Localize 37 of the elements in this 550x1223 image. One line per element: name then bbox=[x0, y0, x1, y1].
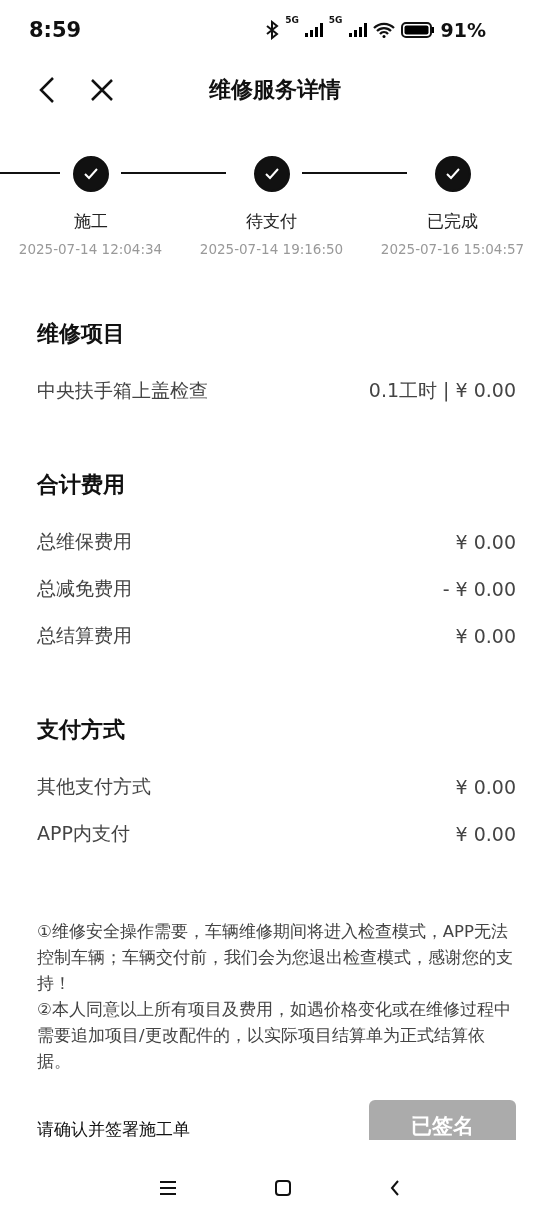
step-label: 已完成 bbox=[427, 210, 478, 233]
step-time: 2025-07-16 15:04:57 bbox=[380, 241, 525, 257]
row-label: APP内支付 bbox=[37, 820, 130, 846]
row-label: 总维保费用 bbox=[37, 528, 132, 554]
menu-icon[interactable] bbox=[159, 1180, 176, 1195]
row-value: ¥ 0.00 bbox=[455, 624, 516, 647]
wifi-icon bbox=[372, 22, 395, 38]
notice-text: ②本人同意以上所有项目及费用，如遇价格变化或在维修过程中需要追加项目/更改配件的，以实际项目结算单为正式结算依据。 bbox=[37, 999, 512, 1073]
battery-icon bbox=[400, 22, 435, 38]
section-title: 维修项目 bbox=[37, 320, 126, 348]
row-label: 总结算费用 bbox=[37, 622, 132, 648]
row-value: ¥ 0.00 bbox=[455, 775, 516, 798]
notice-text: ①维修安全操作需要，车辆维修期间将进入检查模式，APP无法控制车辆；车辆交付前，我们会为您退出检查模式，感谢您的支持！ bbox=[37, 921, 514, 995]
signal-icon bbox=[304, 23, 323, 37]
step-time: 2025-07-14 12:04:34 bbox=[18, 241, 163, 257]
row-value: ¥ 0.00 bbox=[455, 530, 516, 553]
step-label: 待支付 bbox=[246, 210, 297, 233]
step-time: 2025-07-14 19:16:50 bbox=[199, 241, 344, 257]
row-value: ¥ 0.00 bbox=[455, 822, 516, 845]
bluetooth-icon bbox=[265, 20, 280, 40]
row-label: 总减免费用 bbox=[37, 575, 132, 601]
status-time: 8:59 bbox=[29, 18, 82, 42]
battery-percentage: 91% bbox=[440, 19, 486, 41]
row-value: - ¥ 0.00 bbox=[442, 577, 516, 600]
signal-icon bbox=[348, 23, 367, 37]
sign-prompt: 请确认并签署施工单 bbox=[37, 1118, 190, 1140]
back-icon[interactable] bbox=[390, 1179, 401, 1196]
section-title: 支付方式 bbox=[37, 716, 126, 744]
section-title: 合计费用 bbox=[37, 471, 126, 499]
page-title: 维修服务详情 bbox=[209, 76, 341, 104]
step-label: 施工 bbox=[73, 210, 108, 233]
row-value: 0.1工时 | ¥ 0.00 bbox=[368, 377, 516, 404]
row-label: 其他支付方式 bbox=[37, 773, 151, 799]
row-label: 中央扶手箱上盖检查 bbox=[37, 377, 208, 403]
home-icon[interactable] bbox=[275, 1179, 291, 1196]
network-label: 5G bbox=[285, 15, 299, 25]
network-label: 5G bbox=[328, 15, 343, 25]
